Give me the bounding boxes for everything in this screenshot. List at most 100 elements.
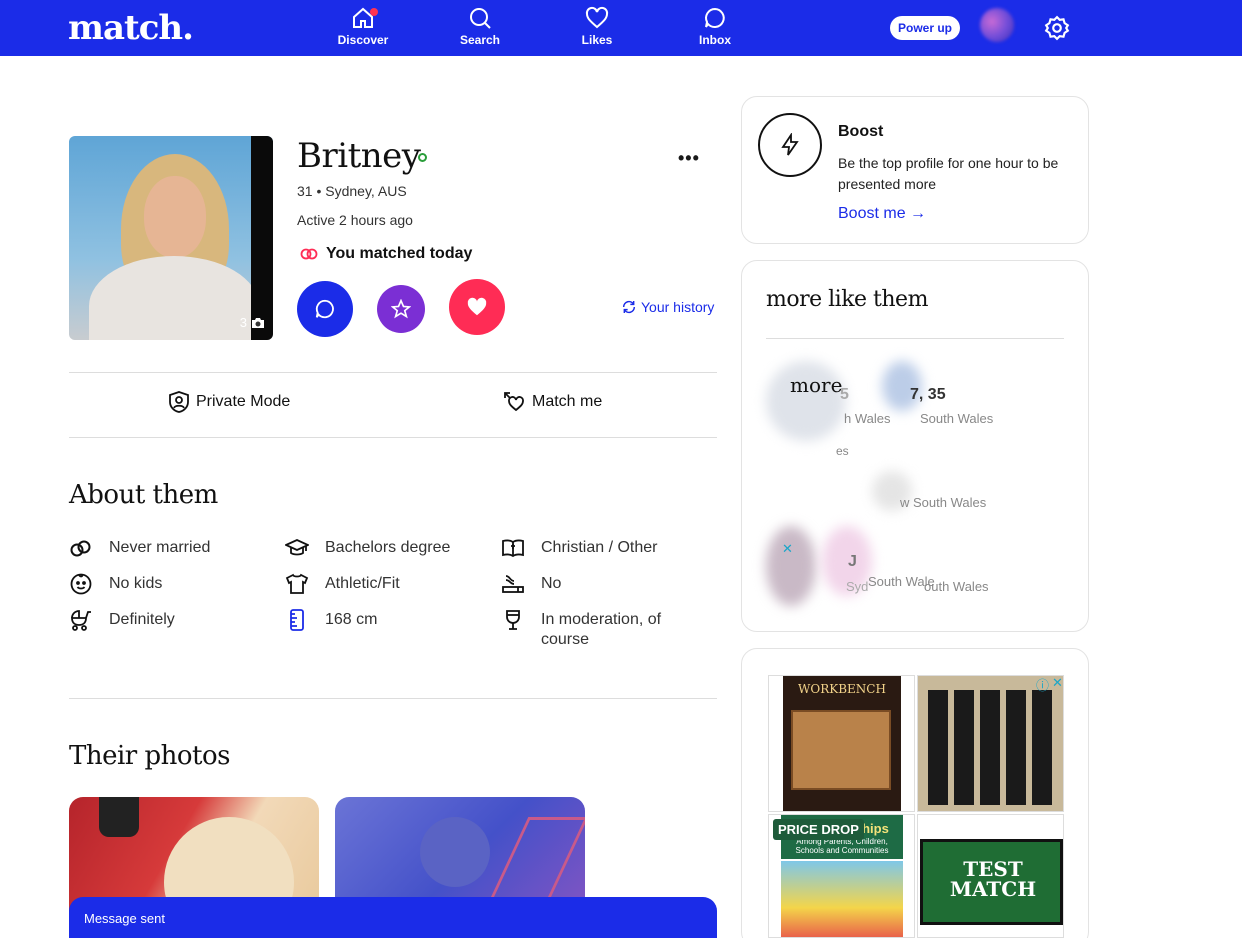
- superlike-button[interactable]: [377, 285, 425, 333]
- divider: [69, 437, 717, 438]
- price-drop-badge: PRICE DROP: [773, 819, 864, 840]
- more-like-them-card: more like them more 5 h Wales 7, 35 Sout…: [741, 260, 1089, 632]
- refresh-icon: [622, 300, 636, 314]
- attr-text: No: [541, 575, 562, 592]
- user-avatar[interactable]: [980, 8, 1014, 42]
- more-like-them-title: more like them: [766, 287, 928, 312]
- boost-me-link[interactable]: Boost me →: [838, 205, 926, 223]
- ad-test-match-title: TEST MATCH: [949, 857, 1037, 901]
- tshirt-icon: [285, 572, 309, 596]
- star-icon: [391, 299, 411, 319]
- active-status: Active 2 hours ago: [297, 212, 413, 228]
- nav-discover-label: Discover: [337, 33, 389, 47]
- suggestion-age: J: [848, 553, 857, 570]
- book-icon: [501, 536, 525, 560]
- profile-photo[interactable]: 3: [69, 136, 273, 340]
- notification-dot: [370, 8, 378, 16]
- suggestion-age: 5: [840, 386, 849, 403]
- nav-likes[interactable]: Likes: [557, 6, 637, 47]
- ad-workbench[interactable]: WORKBENCH: [768, 675, 915, 812]
- attr-height: 168 cm: [285, 608, 377, 632]
- attr-text: Definitely: [109, 611, 175, 628]
- suggestion-age: 7, 35: [910, 386, 946, 403]
- suggestion-location: es: [836, 444, 849, 458]
- interlocked-rings-icon: [300, 248, 318, 260]
- attr-wants-kids: Definitely: [69, 608, 175, 632]
- match-logo[interactable]: match.: [68, 8, 194, 48]
- chat-bubble-icon: [705, 7, 725, 28]
- attr-text: Never married: [109, 539, 211, 556]
- attr-text: 168 cm: [325, 611, 378, 628]
- divider: [69, 698, 717, 699]
- boost-circle: [758, 113, 822, 177]
- photo-count-number: 3: [239, 315, 247, 330]
- attr-text: Athletic/Fit: [325, 575, 400, 592]
- suggestion-photo[interactable]: [766, 526, 816, 606]
- your-history-label: Your history: [641, 299, 715, 315]
- matched-text: You matched today: [326, 245, 473, 262]
- boost-description: Be the top profile for one hour to be pr…: [838, 155, 1059, 192]
- ad-dumbbells[interactable]: ⓘ ✕: [917, 675, 1064, 812]
- cigarette-icon: [501, 572, 525, 596]
- photos-title: Their photos: [69, 741, 230, 771]
- photo-count: 3: [240, 315, 265, 330]
- nav-discover[interactable]: Discover: [323, 6, 403, 47]
- heart-filled-icon: [467, 297, 487, 316]
- ad-info-icon[interactable]: ⓘ: [1036, 676, 1049, 694]
- divider: [69, 372, 717, 373]
- match-me-label: Match me: [532, 393, 603, 410]
- close-icon[interactable]: ✕: [782, 541, 793, 557]
- power-up-button[interactable]: Power up: [890, 16, 960, 40]
- nav-search-label: Search: [459, 33, 501, 47]
- nav-inbox[interactable]: Inbox: [675, 6, 755, 47]
- suggestion-location: h Wales: [844, 411, 891, 426]
- logo-text: match.: [68, 8, 194, 48]
- private-mode-button[interactable]: Private Mode: [168, 390, 290, 414]
- ruler-icon: [285, 608, 309, 632]
- gear-icon[interactable]: [1044, 15, 1070, 41]
- private-mode-label: Private Mode: [196, 393, 291, 410]
- profile-name: Britney: [297, 136, 421, 176]
- photo-edge: [251, 136, 273, 340]
- attr-text: Bachelors degree: [325, 539, 451, 556]
- matched-banner: You matched today: [300, 245, 472, 263]
- your-history-link[interactable]: Your history: [621, 299, 714, 315]
- photo-subject: [420, 817, 490, 887]
- message-button[interactable]: [297, 281, 353, 337]
- suggestion-location: w South Wales: [900, 495, 987, 510]
- attr-text: In moderation, of course: [541, 611, 662, 648]
- photo-body: [89, 256, 259, 340]
- like-button[interactable]: [449, 279, 505, 335]
- age-location: 31 • Sydney, AUS: [297, 183, 407, 199]
- search-icon: [470, 8, 491, 29]
- divider: [766, 338, 1064, 339]
- heart-icon: [585, 6, 609, 29]
- camera-icon: [252, 317, 264, 328]
- ad-test-match[interactable]: TEST MATCH: [917, 814, 1064, 938]
- stroller-icon: [69, 608, 93, 632]
- suggestion-location: outh Wales: [924, 579, 989, 594]
- attr-kids: No kids: [69, 572, 162, 596]
- more-options-button[interactable]: •••: [678, 148, 700, 169]
- nav-inbox-label: Inbox: [699, 33, 731, 47]
- chat-bubble-icon: [315, 299, 334, 319]
- arrow-heart-icon: [504, 392, 524, 412]
- attr-body-type: Athletic/Fit: [285, 572, 400, 596]
- boost-title: Boost: [838, 123, 884, 140]
- ad-close-icon[interactable]: ✕: [1052, 676, 1063, 691]
- suggestion-location: South Wales: [920, 411, 994, 426]
- attr-text: No kids: [109, 575, 163, 592]
- match-me-button[interactable]: Match me: [502, 390, 602, 414]
- lightning-icon: [781, 133, 799, 156]
- attr-religion: Christian / Other: [501, 536, 657, 560]
- attr-smoking: No: [501, 572, 561, 596]
- nav-likes-label: Likes: [581, 33, 613, 47]
- suggestion-location: Syd: [846, 579, 869, 594]
- online-status-icon: [418, 153, 427, 162]
- ad-workbench-image: [791, 710, 891, 790]
- ad-dumbbells-image: [928, 690, 1053, 805]
- ad-book-illustration: [781, 861, 903, 937]
- nav-search[interactable]: Search: [440, 6, 520, 47]
- about-title: About them: [69, 480, 218, 510]
- suggestion-overlay-text: more: [790, 373, 843, 397]
